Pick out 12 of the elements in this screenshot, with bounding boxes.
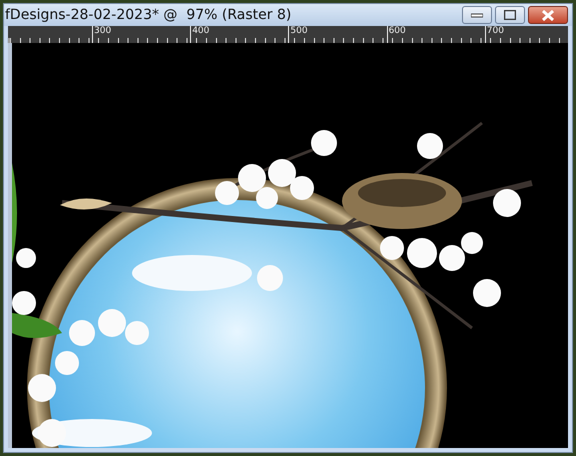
close-button[interactable] <box>528 6 568 24</box>
ruler-label: 400 <box>192 26 210 36</box>
minimize-icon <box>471 12 483 18</box>
ruler-label: 700 <box>486 26 504 36</box>
minimize-button[interactable] <box>462 6 492 24</box>
ruler-label: 600 <box>388 26 406 36</box>
maximize-icon <box>504 10 516 20</box>
maximize-button[interactable] <box>495 6 525 24</box>
close-icon <box>542 10 554 20</box>
ruler-label: 300 <box>94 26 112 36</box>
window-title: fDesigns-28-02-2023* @ 97% (Raster 8) <box>5 6 292 24</box>
ruler-label: 500 <box>290 26 308 36</box>
